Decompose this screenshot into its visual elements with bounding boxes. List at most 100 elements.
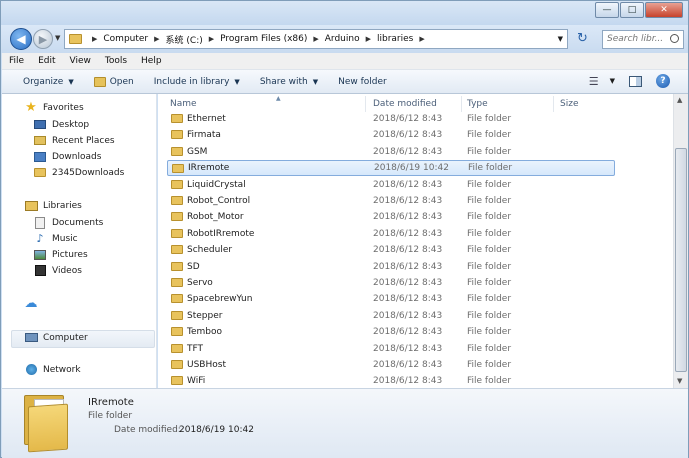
breadcrumb-arrow-icon[interactable]: ▶ <box>366 35 371 43</box>
menu-file[interactable]: File <box>2 56 31 66</box>
breadcrumb-item[interactable]: Arduino <box>325 34 360 44</box>
folder-icon <box>171 294 183 304</box>
menu-view[interactable]: View <box>63 56 98 66</box>
help-icon[interactable]: ? <box>656 74 670 88</box>
nav-computer[interactable]: Computer <box>24 332 88 343</box>
column-divider[interactable] <box>553 96 554 112</box>
file-row[interactable]: WiFi 2018/6/12 8:43 File folder <box>167 373 615 389</box>
breadcrumb-arrow-icon[interactable]: ▶ <box>313 35 318 43</box>
close-button[interactable]: ✕ <box>645 2 683 18</box>
file-row[interactable]: Servo 2018/6/12 8:43 File folder <box>167 275 615 291</box>
file-name: Scheduler <box>187 245 233 256</box>
file-row[interactable]: Robot_Control 2018/6/12 8:43 File folder <box>167 193 615 209</box>
preview-pane-icon[interactable] <box>629 75 642 87</box>
column-divider[interactable] <box>461 96 462 112</box>
column-label: Name <box>170 99 197 109</box>
search-icon <box>670 34 679 43</box>
open-button[interactable]: Open <box>93 76 134 87</box>
nav-label: Desktop <box>52 119 90 130</box>
breadcrumb-item[interactable]: Computer <box>103 34 148 44</box>
file-list: ▲ Name Date modified Type Size Ethernet 2… <box>158 94 673 388</box>
nav-label: 2345Downloads <box>52 167 125 178</box>
forward-button[interactable]: ▶ <box>33 29 53 49</box>
breadcrumb-item[interactable]: libraries <box>377 34 413 44</box>
search-input[interactable]: Search libr... <box>602 30 684 49</box>
breadcrumb-arrow-icon[interactable]: ▶ <box>419 35 424 43</box>
nav-2345downloads[interactable]: 2345Downloads <box>33 167 124 178</box>
file-row[interactable]: Stepper 2018/6/12 8:43 File folder <box>167 308 615 324</box>
details-type: File folder <box>88 411 133 421</box>
file-row[interactable]: Ethernet 2018/6/12 8:43 File folder <box>167 111 615 127</box>
menu-tools[interactable]: Tools <box>98 56 134 66</box>
include-in-library-button[interactable]: Include in library ▼ <box>154 77 240 87</box>
nav-libraries[interactable]: Libraries <box>24 200 82 211</box>
nav-desktop[interactable]: Desktop <box>33 119 89 130</box>
breadcrumb-arrow-icon[interactable]: ▶ <box>209 35 214 43</box>
address-history-dropdown[interactable]: ▼ <box>558 35 563 43</box>
new-folder-label: New folder <box>338 76 387 87</box>
column-divider[interactable] <box>365 96 366 112</box>
column-header-size[interactable]: Size <box>560 96 620 112</box>
nav-network[interactable]: Network <box>24 364 81 375</box>
vertical-scrollbar[interactable]: ▲ ▼ <box>673 94 688 388</box>
minimize-button[interactable]: — <box>595 2 619 18</box>
scroll-up-icon[interactable]: ▲ <box>677 96 682 104</box>
organize-button[interactable]: Organize ▼ <box>23 77 74 87</box>
breadcrumb-arrow-icon[interactable]: ▶ <box>92 35 97 43</box>
file-row[interactable]: RobotIRremote 2018/6/12 8:43 File folder <box>167 226 615 242</box>
new-folder-button[interactable]: New folder <box>338 77 387 87</box>
file-row[interactable]: SpacebrewYun 2018/6/12 8:43 File folder <box>167 291 615 307</box>
nav-favorites[interactable]: ★ Favorites <box>24 100 83 115</box>
nav-label: Libraries <box>43 200 82 211</box>
nav-cloud[interactable]: ☁ <box>24 296 43 311</box>
navigation-pane: ★ Favorites Desktop Recent Places Downlo… <box>2 94 157 388</box>
file-type: File folder <box>467 196 512 206</box>
column-header-date[interactable]: Date modified <box>373 96 463 112</box>
file-date: 2018/6/12 8:43 <box>373 196 443 206</box>
file-row[interactable]: SD 2018/6/12 8:43 File folder <box>167 259 615 275</box>
address-bar[interactable]: ▶ Computer ▶ 系统 (C:) ▶ Program Files (x86) ▶ A… <box>64 29 568 49</box>
file-row[interactable]: Firmata 2018/6/12 8:43 File folder <box>167 127 615 143</box>
recent-pages-dropdown[interactable]: ▼ <box>55 34 60 42</box>
views-dropdown-icon[interactable]: ▼ <box>610 77 615 85</box>
file-name: SpacebrewYun <box>187 294 253 305</box>
scroll-down-icon[interactable]: ▼ <box>677 377 682 385</box>
nav-label: Downloads <box>52 151 102 162</box>
nav-videos[interactable]: Videos <box>33 265 82 276</box>
file-date: 2018/6/12 8:43 <box>373 310 443 321</box>
file-row[interactable]: USBHost 2018/6/12 8:43 File folder <box>167 357 615 373</box>
folder-icon <box>171 212 183 222</box>
breadcrumb-item[interactable]: 系统 (C:) <box>166 33 203 46</box>
breadcrumb-arrow-icon[interactable]: ▶ <box>154 35 159 43</box>
open-label: Open <box>109 76 134 87</box>
file-row[interactable]: Robot_Motor 2018/6/12 8:43 File folder <box>167 209 615 225</box>
views-icon[interactable]: ☰ <box>589 75 599 88</box>
nav-downloads[interactable]: Downloads <box>33 151 101 162</box>
scrollbar-thumb[interactable] <box>675 148 687 372</box>
share-with-button[interactable]: Share with ▼ <box>260 77 318 87</box>
back-button[interactable]: ◀ <box>10 28 32 50</box>
maximize-button[interactable]: □ <box>620 2 644 18</box>
file-row[interactable]: IRremote 2018/6/19 10:42 File folder <box>167 160 615 177</box>
file-row[interactable]: TFT 2018/6/12 8:43 File folder <box>167 341 615 357</box>
file-date: 2018/6/12 8:43 <box>373 327 443 338</box>
file-type: File folder <box>467 278 512 288</box>
nav-pictures[interactable]: Pictures <box>33 249 88 260</box>
menu-help[interactable]: Help <box>134 56 169 66</box>
menu-edit[interactable]: Edit <box>31 56 62 66</box>
refresh-button[interactable]: ↻ <box>577 31 588 46</box>
file-date: 2018/6/12 8:43 <box>373 114 443 124</box>
nav-recent-places[interactable]: Recent Places <box>33 135 115 146</box>
file-row[interactable]: GSM 2018/6/12 8:43 File folder <box>167 144 615 160</box>
folder-icon <box>171 360 183 369</box>
file-row[interactable]: Scheduler 2018/6/12 8:43 File folder <box>167 242 615 258</box>
nav-documents[interactable]: Documents <box>33 216 103 229</box>
nav-music[interactable]: ♪ Music <box>33 232 77 245</box>
file-row[interactable]: LiquidCrystal 2018/6/12 8:43 File folder <box>167 177 615 193</box>
breadcrumb-item[interactable]: Program Files (x86) <box>220 34 307 44</box>
folder-icon <box>171 228 183 238</box>
file-row[interactable]: Temboo 2018/6/12 8:43 File folder <box>167 324 615 340</box>
column-header-type[interactable]: Type <box>467 96 557 112</box>
large-folder-icon <box>24 395 68 453</box>
column-header-name[interactable]: ▲ Name <box>170 95 360 112</box>
